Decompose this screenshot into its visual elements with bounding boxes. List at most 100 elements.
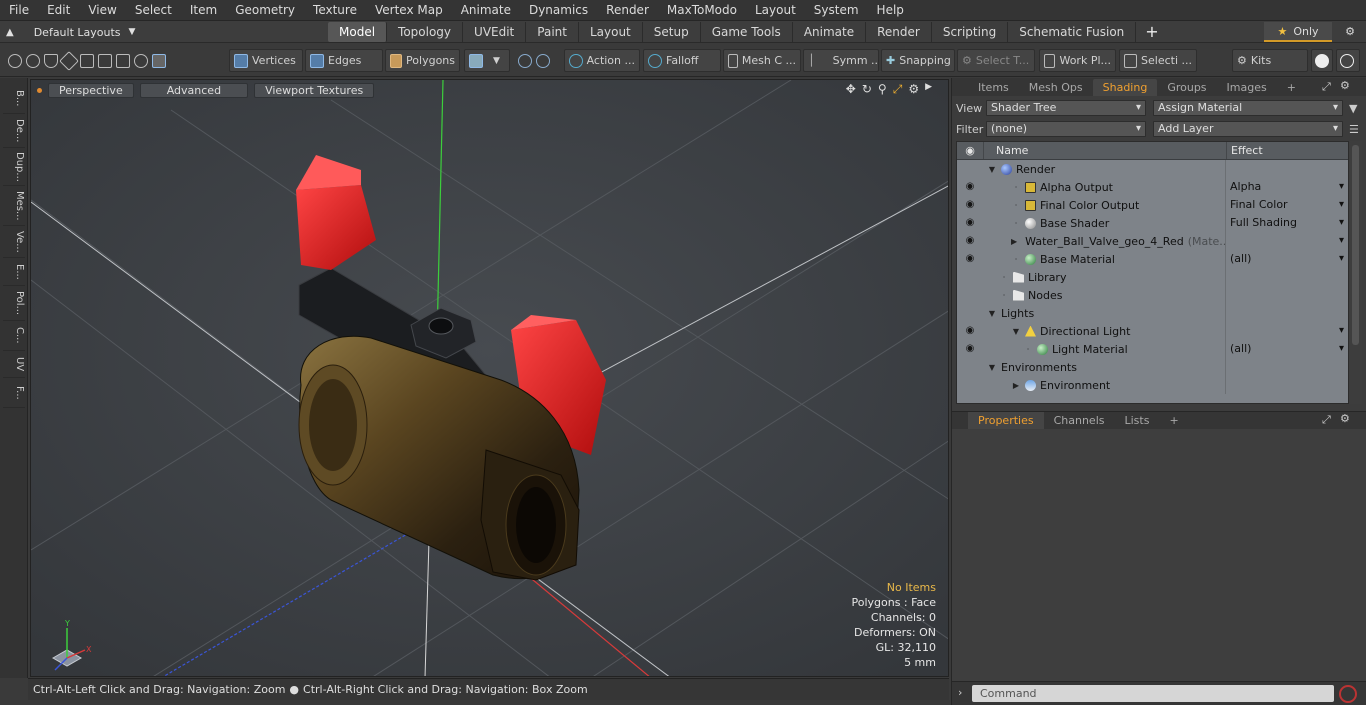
element-icon[interactable] <box>116 53 130 68</box>
record-icon[interactable] <box>1339 685 1357 703</box>
view-dropdown[interactable]: Shader Tree <box>986 100 1146 116</box>
shader-tree-row[interactable]: ◉ · Base Shader Full Shading <box>957 214 1348 232</box>
panel-tab-groups[interactable]: Groups <box>1157 79 1216 96</box>
panel-gear-icon[interactable]: ⚙ <box>1340 79 1350 92</box>
tab-render[interactable]: Render <box>866 22 932 42</box>
left-strip-tab[interactable]: De... <box>3 114 25 148</box>
visibility-column-icon[interactable]: ◉ <box>957 142 983 159</box>
menu-render[interactable]: Render <box>597 0 658 21</box>
eye-icon[interactable] <box>957 376 983 394</box>
left-strip-tab[interactable]: Dup... <box>3 148 25 186</box>
tab-scripting[interactable]: Scripting <box>932 22 1009 42</box>
shader-tree-row[interactable]: ◉ ▼ Directional Light <box>957 322 1348 340</box>
shader-tree-row[interactable]: ◉ · Final Color Output Final Color <box>957 196 1348 214</box>
props-tab-properties[interactable]: Properties <box>968 412 1044 429</box>
falloff-button[interactable]: Falloff <box>643 49 721 72</box>
layout-up-icon[interactable]: ▲ <box>6 27 14 38</box>
shader-tree-row[interactable]: ▼ Render <box>957 160 1348 178</box>
add-layer-dropdown[interactable]: Add Layer <box>1153 121 1343 137</box>
menu-maxtomodo[interactable]: MaxToModo <box>658 0 746 21</box>
eye-icon[interactable]: ◉ <box>957 214 983 232</box>
tab-animate[interactable]: Animate <box>793 22 867 42</box>
eye-icon[interactable] <box>957 358 983 376</box>
filter-dropdown[interactable]: (none) <box>986 121 1146 137</box>
menu-file[interactable]: File <box>0 0 38 21</box>
falloff-radial-icon[interactable] <box>134 53 148 68</box>
panel-maximize-icon[interactable]: ⤢ <box>1322 80 1331 94</box>
eye-icon[interactable]: ◉ <box>957 232 983 250</box>
kits-button[interactable]: ⚙ Kits <box>1232 49 1308 72</box>
effect-column-header[interactable]: Effect <box>1226 142 1348 159</box>
effect-dropdown[interactable]: Alpha <box>1226 178 1348 196</box>
eye-icon[interactable]: ◉ <box>957 178 983 196</box>
shader-tree-row[interactable]: · Library <box>957 268 1348 286</box>
menu-animate[interactable]: Animate <box>452 0 520 21</box>
eye-icon[interactable] <box>957 268 983 286</box>
assign-material-dropdown[interactable]: Assign Material <box>1153 100 1343 116</box>
left-strip-tab[interactable]: B... <box>3 83 25 114</box>
shader-tree-scrollbar[interactable] <box>1349 141 1362 404</box>
menu-dynamics[interactable]: Dynamics <box>520 0 597 21</box>
panel-tab-shading[interactable]: Shading <box>1092 79 1158 96</box>
edges-button[interactable]: Edges <box>305 49 383 72</box>
select-through-button[interactable]: ⚙ Select T... <box>957 49 1035 72</box>
maximize-icon[interactable]: ⤢ <box>893 82 903 97</box>
filter-funnel-icon[interactable]: ▼ <box>1349 102 1357 115</box>
circle-select-icon[interactable] <box>8 53 22 68</box>
pan-icon[interactable]: ✥ <box>846 82 856 97</box>
menu-item[interactable]: Item <box>181 0 226 21</box>
menu-vertex-map[interactable]: Vertex Map <box>366 0 452 21</box>
shader-tree-row[interactable]: · Nodes <box>957 286 1348 304</box>
eye-icon[interactable] <box>957 286 983 304</box>
expand-down-icon[interactable]: ▼ <box>987 165 997 174</box>
eye-icon[interactable]: ◉ <box>957 340 983 358</box>
brush-icon[interactable] <box>59 50 79 71</box>
tab-setup[interactable]: Setup <box>643 22 701 42</box>
tab-topology[interactable]: Topology <box>387 22 464 42</box>
tab-paint[interactable]: Paint <box>526 22 579 42</box>
viewport-textures-button[interactable]: Viewport Textures <box>254 82 375 98</box>
shader-tree-row[interactable]: ◉ · Alpha Output Alpha <box>957 178 1348 196</box>
snapping-button[interactable]: ✚ Snapping <box>881 49 955 72</box>
tab-layout[interactable]: Layout <box>579 22 643 42</box>
left-strip-tab[interactable]: E... <box>3 258 25 286</box>
eye-icon[interactable]: ◉ <box>957 322 983 340</box>
menu-select[interactable]: Select <box>126 0 181 21</box>
expand-right-icon[interactable]: ▶ <box>1011 237 1017 246</box>
shader-tree-row[interactable]: ◉ ▶ Water_Ball_Valve_geo_4_Red (Mate... <box>957 232 1348 250</box>
perspective-button[interactable]: Perspective <box>48 82 134 98</box>
left-strip-tab[interactable]: UV <box>3 351 25 378</box>
menu-geometry[interactable]: Geometry <box>226 0 304 21</box>
tab-model[interactable]: Model <box>328 22 388 42</box>
panel-tab-images[interactable]: Images <box>1217 79 1277 96</box>
effect-dropdown[interactable]: Final Color <box>1226 196 1348 214</box>
3d-viewport[interactable]: Perspective Advanced Viewport Textures ✥… <box>30 79 949 677</box>
item-mode-icon[interactable] <box>152 53 166 68</box>
panel-tab-mesh-ops[interactable]: Mesh Ops <box>1019 79 1093 96</box>
tab-schematic-fusion[interactable]: Schematic Fusion <box>1008 22 1137 42</box>
eye-icon[interactable]: ◉ <box>957 250 983 268</box>
effect-dropdown[interactable]: (all) <box>1226 340 1348 358</box>
gear-icon[interactable]: ⚙ <box>1340 22 1360 42</box>
props-tab-channels[interactable]: Channels <box>1044 412 1115 429</box>
viewport-menu-dot[interactable] <box>37 87 42 93</box>
effect-dropdown[interactable] <box>1226 322 1348 340</box>
left-strip-tab[interactable]: Pol... <box>3 286 25 321</box>
rotate-icon[interactable]: ↻ <box>862 82 872 97</box>
menu-texture[interactable]: Texture <box>304 0 366 21</box>
left-strip-tab[interactable]: F... <box>3 378 25 408</box>
menu-system[interactable]: System <box>805 0 868 21</box>
left-strip-tab[interactable]: C... <box>3 321 25 351</box>
pen-icon[interactable] <box>44 53 58 68</box>
mesh-constraint-button[interactable]: Mesh C ... <box>723 49 801 72</box>
left-strip-tab[interactable]: Ve... <box>3 226 25 258</box>
layout-selector[interactable]: ▲ Default Layouts ▼ <box>6 21 135 43</box>
unreal-button[interactable] <box>1336 49 1360 72</box>
expand-down-icon[interactable]: ▼ <box>1011 327 1021 336</box>
list-options-icon[interactable]: ☰ <box>1349 123 1359 136</box>
tab-uvedit[interactable]: UVEdit <box>463 22 527 42</box>
menu-help[interactable]: Help <box>868 0 913 21</box>
vertices-button[interactable]: Vertices <box>229 49 303 72</box>
viewport-arrow-icon[interactable]: ▶ <box>925 82 932 97</box>
zoom-icon[interactable]: ⚲ <box>878 82 887 97</box>
